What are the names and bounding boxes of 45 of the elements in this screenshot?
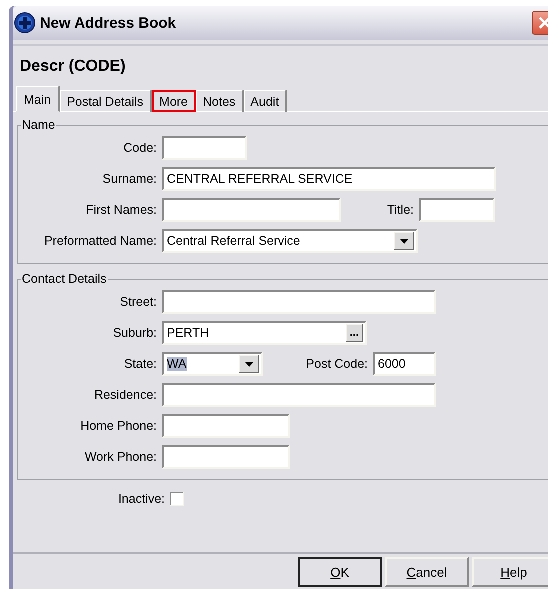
close-icon bbox=[538, 16, 548, 30]
input-field[interactable]: CENTRAL REFERRAL SERVICE bbox=[162, 167, 496, 191]
field-label: Title: bbox=[386, 203, 415, 217]
input-field[interactable] bbox=[162, 383, 436, 407]
input-field[interactable]: WA bbox=[162, 352, 263, 376]
group-title: Name bbox=[21, 118, 56, 132]
input-field[interactable]: 6000 bbox=[373, 352, 436, 376]
input-field[interactable] bbox=[162, 414, 290, 438]
caret-icon bbox=[400, 238, 408, 244]
field-label: Residence: bbox=[93, 388, 158, 402]
input-field[interactable] bbox=[162, 136, 247, 160]
field-label: First Names: bbox=[85, 203, 158, 217]
field-label: Surname: bbox=[102, 172, 158, 186]
tab[interactable]: Postal Details bbox=[60, 90, 152, 112]
input-field[interactable] bbox=[162, 445, 290, 469]
field-label: Home Phone: bbox=[80, 419, 158, 433]
caret-icon bbox=[244, 362, 254, 366]
field-label: Code: bbox=[122, 141, 158, 155]
dropdown-button[interactable] bbox=[239, 355, 259, 373]
input-field[interactable]: PERTH ... bbox=[162, 321, 367, 345]
field-label: Work Phone: bbox=[84, 450, 158, 464]
input-field[interactable] bbox=[419, 198, 495, 222]
field-label: Suburb: bbox=[112, 326, 158, 340]
field-label: Street: bbox=[119, 295, 158, 309]
checkbox[interactable] bbox=[170, 492, 184, 506]
field-label: Preformatted Name: bbox=[43, 234, 158, 248]
dialog-button[interactable]: Cancel bbox=[385, 557, 469, 587]
dialog-button[interactable]: OK bbox=[298, 557, 382, 587]
browse-button[interactable]: ... bbox=[346, 324, 363, 342]
field-label: Post Code: bbox=[305, 357, 369, 371]
record-heading: Descr (CODE) bbox=[13, 44, 548, 76]
dropdown-button[interactable] bbox=[394, 232, 414, 250]
field-label: State: bbox=[123, 357, 158, 371]
tab[interactable]: Notes bbox=[196, 90, 244, 112]
tab[interactable]: Main bbox=[16, 86, 60, 112]
input-field[interactable] bbox=[162, 198, 341, 222]
input-field[interactable]: Central Referral Service bbox=[162, 229, 418, 253]
tab[interactable]: More bbox=[152, 90, 196, 112]
input-field[interactable] bbox=[162, 290, 436, 314]
app-icon bbox=[14, 12, 36, 34]
tab[interactable]: Audit bbox=[244, 90, 288, 112]
field-label: Inactive: bbox=[117, 492, 166, 506]
group-title: Contact Details bbox=[21, 272, 108, 286]
dialog-button[interactable]: Help bbox=[472, 557, 548, 587]
window-title: New Address Book bbox=[40, 14, 178, 32]
